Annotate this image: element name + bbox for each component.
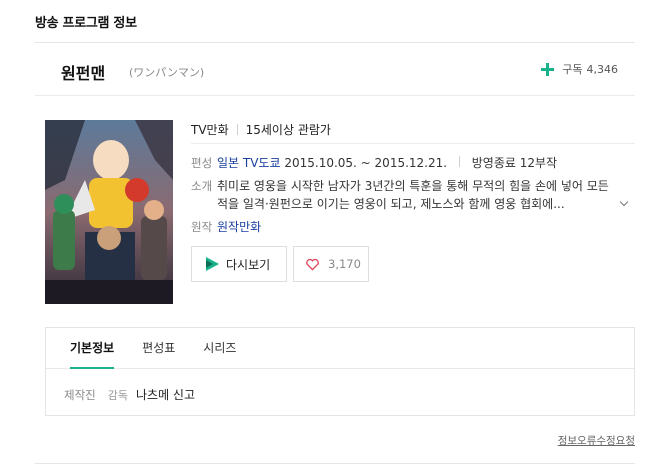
program-rating: 15세이상 관람가 xyxy=(245,123,331,137)
crew-role: 감독 xyxy=(107,388,128,402)
crew-row: 제작진 감독 나츠메 신고 xyxy=(64,386,195,403)
info-tabs-panel: 기본정보 편성표 시리즈 제작진 감독 나츠메 신고 xyxy=(45,327,635,416)
subscribe-label: 구독 xyxy=(562,63,583,76)
report-error-link[interactable]: 정보오류수정요청 xyxy=(558,433,635,448)
director-link[interactable]: 나츠메 신고 xyxy=(136,386,195,403)
schedule-row: 편성 일본 TV도쿄 2015.10.05. ~ 2015.12.21. 방영종… xyxy=(191,154,635,172)
broadcast-status: 방영종료 12부작 xyxy=(471,156,558,170)
schedule-label: 편성 xyxy=(191,156,213,170)
network-link[interactable]: 일본 TV도쿄 xyxy=(217,156,281,170)
program-meta: TV만화 15세이상 관람가 xyxy=(191,120,635,144)
divider xyxy=(236,124,238,135)
replay-button[interactable]: 다시보기 xyxy=(191,246,287,282)
tab-schedule[interactable]: 편성표 xyxy=(142,328,175,368)
program-title[interactable]: 원펀맨 xyxy=(61,60,105,84)
program-type: TV만화 xyxy=(191,123,229,137)
like-button[interactable]: 3,170 xyxy=(293,246,369,282)
heart-icon xyxy=(306,258,319,271)
program-info: TV만화 15세이상 관람가 편성 일본 TV도쿄 2015.10.05. ~ … xyxy=(191,120,635,282)
section-title: 방송 프로그램 정보 xyxy=(35,16,137,31)
divider xyxy=(458,156,460,167)
crew-label: 제작진 xyxy=(64,387,96,402)
program-header: 원펀맨 (ワンパンマン) 구독 4,346 xyxy=(35,42,635,96)
replay-label: 다시보기 xyxy=(226,257,271,272)
program-original-title: (ワンパンマン) xyxy=(129,66,205,79)
divider xyxy=(35,463,635,464)
tab-bar: 기본정보 편성표 시리즈 xyxy=(46,328,634,369)
tab-series[interactable]: 시리즈 xyxy=(203,328,236,368)
original-label: 원작 xyxy=(191,220,213,234)
plus-icon xyxy=(541,62,555,76)
schedule-period: 2015.10.05. ~ 2015.12.21. xyxy=(284,156,448,170)
program-poster[interactable] xyxy=(45,120,173,304)
synopsis-label: 소개 xyxy=(191,179,213,193)
original-row: 원작 원작만화 xyxy=(191,218,635,236)
action-buttons: 다시보기 3,170 xyxy=(191,246,635,282)
synopsis-row: 소개 취미로 영웅을 시작한 남자가 3년간의 특훈을 통해 무적의 힘을 손에… xyxy=(191,177,635,213)
poster-image xyxy=(45,120,173,304)
subscribe-count: 4,346 xyxy=(586,62,619,76)
tab-basic-info[interactable]: 기본정보 xyxy=(70,328,115,369)
play-icon xyxy=(206,257,219,271)
subscribe-button[interactable]: 구독 4,346 xyxy=(541,61,618,77)
original-link[interactable]: 원작만화 xyxy=(217,220,261,234)
like-count: 3,170 xyxy=(328,257,361,271)
synopsis-text: 취미로 영웅을 시작한 남자가 3년간의 특훈을 통해 무적의 힘을 손에 넣어… xyxy=(217,179,609,211)
